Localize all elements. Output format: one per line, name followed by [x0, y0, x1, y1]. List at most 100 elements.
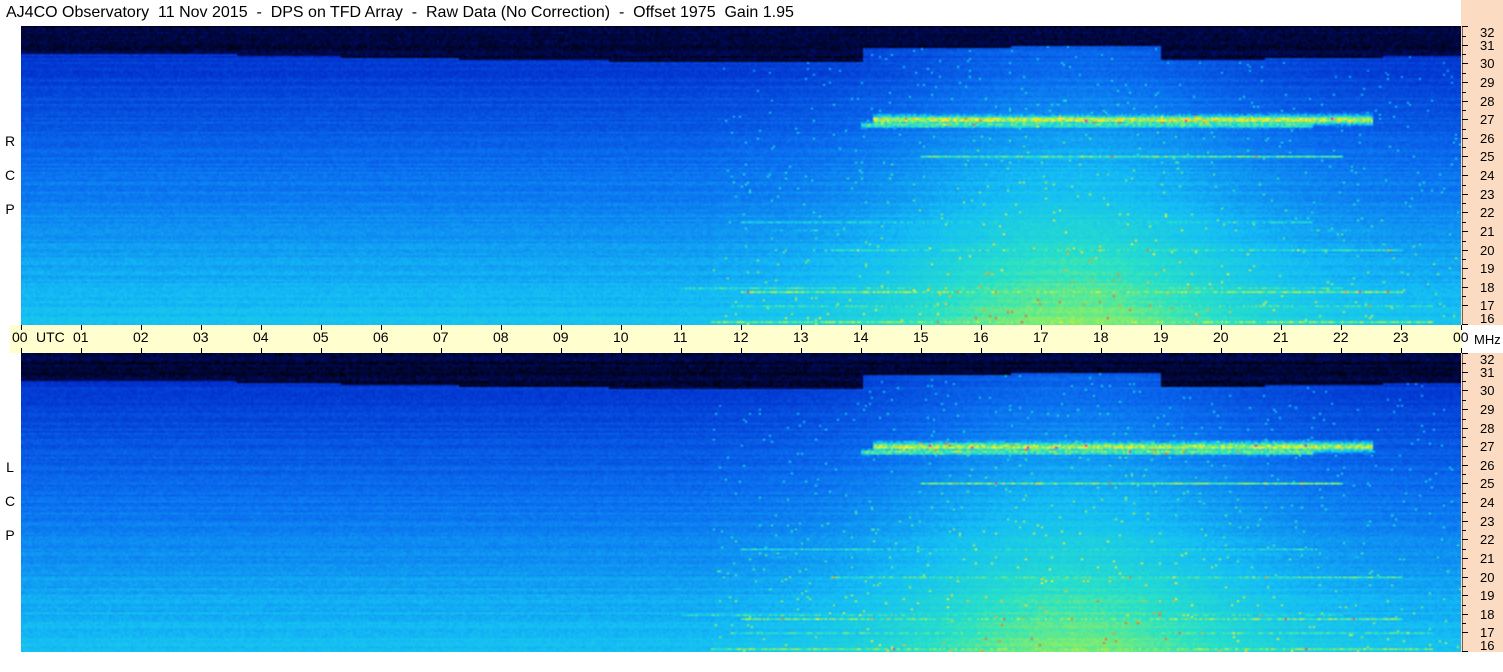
- freq-label-28: 28: [1480, 94, 1495, 109]
- lcp-frequency-axis: 32 31 30 29 28 27 26 25 24 23 22 21 20 19 18 17 16: [1461, 353, 1503, 652]
- time-tick-label-23: 23: [1393, 329, 1409, 345]
- freq-label-26: 26: [1480, 458, 1495, 473]
- time-tick-label-20: 20: [1213, 329, 1229, 345]
- freq-tick-mark: [1462, 521, 1468, 522]
- freq-minor-tick: [1462, 296, 1466, 297]
- freq-label-18: 18: [1480, 280, 1495, 295]
- freq-minor-tick: [1462, 586, 1466, 587]
- mhz-unit-label: MHz: [1474, 332, 1501, 347]
- freq-minor-tick: [1462, 54, 1466, 55]
- freq-tick-mark: [1462, 175, 1468, 176]
- freq-tick-mark: [1462, 194, 1468, 195]
- freq-label-23: 23: [1480, 514, 1495, 529]
- freq-tick-mark: [1462, 138, 1468, 139]
- freq-minor-tick: [1462, 129, 1466, 130]
- freq-label-23: 23: [1480, 187, 1495, 202]
- rcp-spectrogram[interactable]: [21, 26, 1461, 325]
- freq-minor-tick: [1462, 437, 1466, 438]
- utc-time-axis: 00 01 02 03 04 05 06 07 08 09 10 11 12 13 14 15 16 17 18 19…: [10, 325, 1469, 353]
- freq-minor-tick: [1462, 185, 1466, 186]
- freq-label-31: 31: [1480, 365, 1495, 380]
- freq-tick-mark: [1462, 324, 1468, 325]
- lcp-spectrogram-image: [21, 353, 1461, 652]
- freq-tick-mark: [1462, 287, 1468, 288]
- time-tick-label-24: 00: [1453, 329, 1469, 345]
- freq-label-16: 16: [1480, 638, 1495, 653]
- freq-tick-mark: [1462, 390, 1468, 391]
- lcp-spectrogram[interactable]: [21, 353, 1461, 652]
- time-tick-label-4: 04: [253, 329, 269, 345]
- freq-label-21: 21: [1480, 551, 1495, 566]
- freq-tick-mark: [1462, 483, 1468, 484]
- freq-label-25: 25: [1480, 476, 1495, 491]
- time-tick-label-12: 12: [733, 329, 749, 345]
- freq-label-27: 27: [1480, 112, 1495, 127]
- rcp-letter-c: C: [4, 167, 16, 183]
- freq-tick-mark: [1462, 595, 1468, 596]
- lcp-letter-c: C: [4, 493, 16, 509]
- freq-label-18: 18: [1480, 607, 1495, 622]
- freq-label-21: 21: [1480, 224, 1495, 239]
- freq-label-29: 29: [1480, 75, 1495, 90]
- rcp-spectrogram-image: [21, 26, 1461, 325]
- freq-tick-mark: [1462, 353, 1468, 354]
- freq-label-19: 19: [1480, 261, 1495, 276]
- time-tick-label-14: 14: [853, 329, 869, 345]
- freq-minor-tick: [1462, 110, 1466, 111]
- freq-label-19: 19: [1480, 588, 1495, 603]
- freq-tick-mark: [1462, 63, 1468, 64]
- freq-minor-tick: [1462, 166, 1466, 167]
- time-tick-label-3: 03: [193, 329, 209, 345]
- freq-label-16: 16: [1480, 311, 1495, 326]
- frequency-axis-header: [1461, 0, 1503, 26]
- time-tick-label-6: 06: [373, 329, 389, 345]
- freq-label-20: 20: [1480, 243, 1495, 258]
- freq-tick-mark: [1462, 409, 1468, 410]
- freq-tick-mark: [1462, 119, 1468, 120]
- freq-minor-tick: [1462, 456, 1466, 457]
- freq-minor-tick: [1462, 474, 1466, 475]
- time-tick-label-18: 18: [1093, 329, 1109, 345]
- freq-tick-mark: [1462, 305, 1468, 306]
- rcp-letter-r: R: [4, 133, 16, 149]
- time-tick-label-1: 01: [73, 329, 89, 345]
- time-tick-label-8: 08: [493, 329, 509, 345]
- rcp-polarization-label: R C P: [0, 124, 20, 226]
- freq-tick-mark: [1462, 26, 1468, 27]
- time-tick-label-10: 10: [613, 329, 629, 345]
- freq-minor-tick: [1462, 222, 1466, 223]
- freq-label-24: 24: [1480, 168, 1495, 183]
- freq-minor-tick: [1462, 623, 1466, 624]
- time-tick-label-19: 19: [1153, 329, 1169, 345]
- freq-tick-mark: [1462, 268, 1468, 269]
- freq-label-26: 26: [1480, 131, 1495, 146]
- freq-tick-mark: [1462, 101, 1468, 102]
- time-tick-label-13: 13: [793, 329, 809, 345]
- freq-label-24: 24: [1480, 495, 1495, 510]
- freq-minor-tick: [1462, 241, 1466, 242]
- freq-tick-mark: [1462, 45, 1468, 46]
- freq-label-22: 22: [1480, 205, 1495, 220]
- freq-tick-mark: [1462, 231, 1468, 232]
- rcp-frequency-axis: 32 31 30 29 28 27 26 25 24 23 22 21 20 19 18 17 16: [1461, 26, 1503, 325]
- time-tick-label-15: 15: [913, 329, 929, 345]
- lcp-letter-l: L: [6, 459, 14, 475]
- freq-minor-tick: [1462, 259, 1466, 260]
- utc-label: UTC: [36, 329, 65, 345]
- freq-tick-mark: [1462, 372, 1468, 373]
- bottom-margin: [0, 652, 1503, 672]
- freq-tick-mark: [1462, 212, 1468, 213]
- freq-label-30: 30: [1480, 56, 1495, 71]
- time-tick-label-11: 11: [673, 329, 688, 345]
- freq-minor-tick: [1462, 203, 1466, 204]
- freq-tick-mark: [1462, 428, 1468, 429]
- freq-minor-tick: [1462, 530, 1466, 531]
- freq-minor-tick: [1462, 73, 1466, 74]
- time-tick-label-9: 09: [553, 329, 569, 345]
- freq-label-25: 25: [1480, 149, 1495, 164]
- time-tick-label-0: 00: [12, 329, 28, 345]
- freq-tick-mark: [1462, 465, 1468, 466]
- time-tick-label-16: 16: [973, 329, 989, 345]
- time-tick-label-22: 22: [1333, 329, 1349, 345]
- time-tick-label-2: 02: [133, 329, 149, 345]
